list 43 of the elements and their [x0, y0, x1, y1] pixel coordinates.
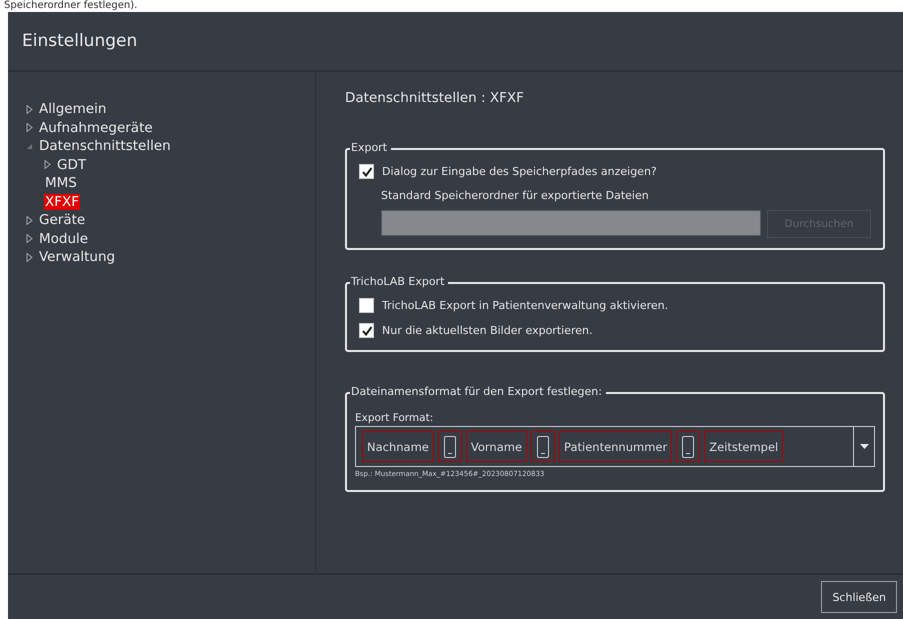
tree-item[interactable]: Module [38, 230, 90, 247]
background-text: Speicherordner festlegen). [4, 0, 138, 11]
field-label: Export Format: [355, 412, 434, 424]
group-legend: Export [350, 141, 392, 154]
separator-token[interactable] [438, 431, 462, 462]
separator-icon [444, 436, 456, 458]
group-legend: TrichoLAB Export [350, 275, 448, 288]
section-heading: Datenschnittstellen : XFXF [345, 90, 525, 106]
format-token[interactable]: Patientennummer [559, 431, 672, 462]
tree-item[interactable]: Geräte [38, 212, 86, 228]
tree-item[interactable]: Allgemein [38, 101, 108, 118]
format-combo[interactable]: Nachname Vorname Patientennummer Zeitstempel [355, 426, 875, 467]
field-label: Standard Speicherordner für exportierte Dateien [380, 189, 650, 202]
expand-arrow-icon[interactable] [26, 252, 33, 262]
checkbox[interactable] [359, 298, 374, 313]
format-token[interactable]: Nachname [362, 431, 434, 462]
separator-token[interactable] [676, 431, 700, 462]
checkbox[interactable] [359, 323, 374, 338]
separator-icon [682, 436, 694, 458]
tree-item[interactable]: MMS [44, 175, 78, 192]
checkbox-label: Dialog zur Eingabe des Speicherpfades anzeigen? [382, 165, 657, 178]
checkbox[interactable] [359, 164, 374, 179]
format-token[interactable]: Zeitstempel [704, 431, 784, 462]
window-title: Einstellungen [22, 31, 138, 51]
expand-arrow-icon[interactable] [26, 104, 33, 114]
expand-arrow-icon[interactable] [26, 234, 33, 244]
checkbox-label: Nur die aktuellsten Bilder exportieren. [382, 324, 592, 337]
expand-arrow-icon[interactable] [26, 123, 33, 132]
separator-token[interactable] [531, 431, 556, 462]
tree-item[interactable]: XFXF [44, 194, 80, 210]
expand-arrow-icon[interactable] [44, 160, 51, 170]
group-legend: Dateinamensformat für den Export festlegen: [350, 385, 606, 398]
dropdown-caret-icon [860, 444, 868, 449]
checkbox-label: TrichoLAB Export in Patientenverwaltung aktivieren. [382, 299, 668, 312]
tree-item[interactable]: Aufnahmegeräte [38, 120, 154, 136]
format-token[interactable]: Vorname [466, 431, 528, 462]
expand-arrow-icon[interactable] [26, 216, 33, 225]
close-button[interactable]: Schließen [821, 581, 897, 613]
tree-item[interactable]: Verwaltung [38, 249, 116, 266]
collapse-arrow-icon[interactable] [26, 142, 33, 150]
separator-icon [537, 436, 550, 458]
tree-item[interactable]: GDT [56, 156, 88, 173]
tree-item[interactable]: Datenschnittstellen [38, 138, 172, 154]
